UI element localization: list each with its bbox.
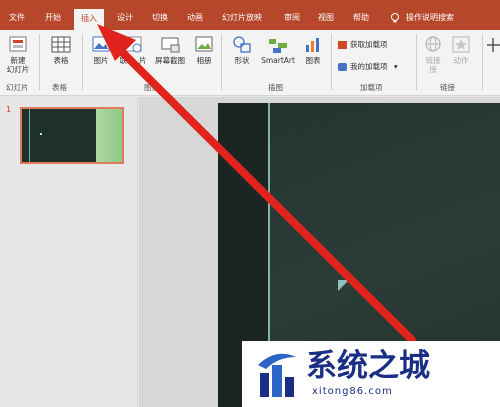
slide-thumbnail-pane: 1 [0,97,138,407]
screenshot-button[interactable]: 屏幕截图 [150,34,190,65]
shapes-button[interactable]: 形状 [228,34,256,65]
smartart-icon [269,39,287,53]
action-label: 动作 [453,56,469,65]
get-addins-label: 获取加载项 [350,40,388,49]
link-button[interactable]: 链接 接 [422,34,444,74]
chart-button[interactable]: 图表 [301,34,325,65]
group-divider [82,34,83,90]
my-addins-label: 我的加载项 [350,62,388,71]
watermark: 系统之城 xitong86.com [242,341,500,407]
picture-button[interactable]: 图片 [88,34,114,65]
ribbon-tab-bar: 文件 开始 插入 设计 切换 动画 幻灯片放映 审阅 视图 帮助 操作说明搜索 [0,6,500,30]
ribbon: 新建 幻灯片 幻灯片 表格 表格 图片 联 片 屏幕截图 相册 图像 形状 Sm… [0,30,500,96]
new-slide-button[interactable]: 新建 幻灯片 [2,34,34,74]
chart-icon [306,38,319,52]
shapes-icon [233,36,251,53]
tab-insert[interactable]: 插入 [74,9,104,30]
symbol-icon [487,38,500,52]
globe-link-icon [425,36,441,52]
lightbulb-icon[interactable] [389,12,401,24]
screenshot-icon [161,37,180,53]
tab-design[interactable]: 设计 [117,6,133,30]
group-divider [331,34,332,90]
thumbnail-green-panel [96,109,122,162]
online-picture-button[interactable]: 联 片 [116,34,150,65]
watermark-url: xitong86.com [312,386,393,397]
store-icon [338,41,347,49]
tab-file[interactable]: 文件 [9,6,25,30]
link-label-fragment: 接 [429,65,437,74]
new-slide-icon [9,36,27,52]
tab-view[interactable]: 视图 [318,6,334,30]
slide-number: 1 [6,105,12,114]
action-button[interactable]: 动作 [448,34,474,65]
group-label-illustrations: 插图 [268,83,283,92]
group-divider [39,34,40,90]
slide-thumbnail[interactable] [20,107,124,164]
slide-triangle-shape[interactable] [338,280,349,291]
tell-me-search[interactable]: 操作说明搜索 [406,6,454,30]
watermark-logo-icon [258,353,296,397]
thumbnail-dot [40,133,42,135]
thumbnail-accent-line [29,109,30,162]
my-addins-button[interactable]: 我的加载项 ▾ [338,61,398,72]
screenshot-label: 屏幕截图 [155,56,185,65]
tab-transitions[interactable]: 切换 [152,6,168,30]
smartart-label: SmartArt [261,56,295,65]
photo-album-icon [195,36,213,52]
chevron-down-icon[interactable]: ▾ [394,62,398,71]
group-divider [482,34,483,90]
star-action-icon [452,36,470,53]
link-label: 链接 [425,56,441,65]
tab-animations[interactable]: 动画 [187,6,203,30]
tab-help[interactable]: 帮助 [353,6,369,30]
shapes-label: 形状 [234,56,250,65]
photo-album-label: 相册 [196,56,212,65]
table-icon [51,36,71,53]
smartart-button[interactable]: SmartArt [258,34,298,65]
photo-album-button[interactable]: 相册 [192,34,216,65]
group-label-images: 图像 [144,83,159,92]
group-label-tables: 表格 [52,83,67,92]
table-button[interactable]: 表格 [46,34,76,65]
new-slide-label-line1: 新建 [10,56,26,65]
group-label-links: 链接 [440,83,455,92]
group-label-slides: 幻灯片 [6,83,29,92]
tab-slideshow[interactable]: 幻灯片放映 [222,6,262,30]
picture-label-fragment: 片 [138,56,147,65]
watermark-title: 系统之城 [306,348,430,384]
group-label-addins: 加载项 [360,83,383,92]
group-divider [416,34,417,90]
tab-home[interactable]: 开始 [45,6,61,30]
group-divider [221,34,222,90]
addins-icon [338,63,347,71]
picture-icon [92,36,110,52]
get-addins-button[interactable]: 获取加载项 [338,39,388,50]
chart-label: 图表 [305,56,321,65]
new-slide-label-line2: 幻灯片 [6,65,30,74]
tab-review[interactable]: 审阅 [284,6,300,30]
table-label: 表格 [53,56,69,65]
online-picture-label: 联 [119,56,128,65]
online-picture-icon [124,36,142,53]
picture-label: 图片 [93,56,109,65]
ribbon-overflow-button[interactable] [486,34,500,56]
